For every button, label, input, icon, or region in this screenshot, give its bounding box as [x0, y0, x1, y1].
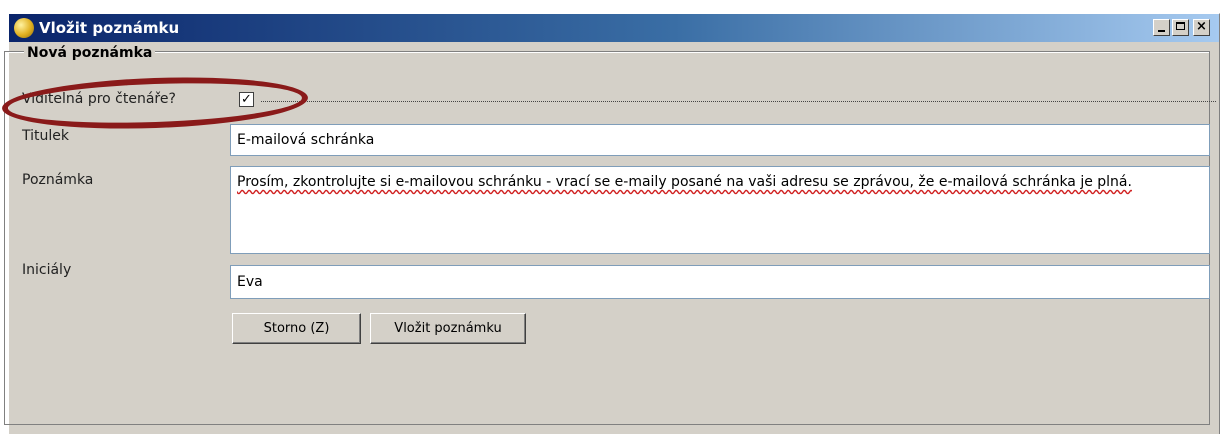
initials-input-value: Eva [237, 274, 263, 290]
maximize-button[interactable] [1172, 19, 1189, 36]
note-label: Poznámka [22, 172, 94, 188]
title-input[interactable]: E-mailová schránka [230, 124, 1210, 156]
cancel-button[interactable]: Storno (Z) [232, 313, 361, 344]
minimize-icon [1158, 30, 1165, 32]
note-textarea-value: Prosím, zkontrolujte si e-mailovou schrá… [237, 174, 1132, 190]
close-button[interactable]: × [1193, 19, 1210, 36]
group-legend: Nová poznámka [24, 45, 156, 61]
minimize-button[interactable] [1153, 19, 1170, 36]
window-title: Vložit poznámku [39, 19, 180, 37]
title-input-value: E-mailová schránka [237, 132, 375, 148]
title-label: Titulek [22, 128, 69, 144]
initials-input[interactable]: Eva [230, 265, 1210, 299]
close-icon: × [1196, 19, 1207, 34]
maximize-icon [1176, 22, 1185, 30]
note-textarea[interactable]: Prosím, zkontrolujte si e-mailovou schrá… [230, 166, 1210, 254]
insert-note-button[interactable]: Vložit poznámku [370, 313, 526, 344]
title-bar[interactable]: Vložit poznámku × [9, 14, 1219, 42]
dotted-separator [261, 101, 1216, 102]
initials-label: Iniciály [22, 262, 72, 278]
app-globe-icon [14, 18, 34, 38]
